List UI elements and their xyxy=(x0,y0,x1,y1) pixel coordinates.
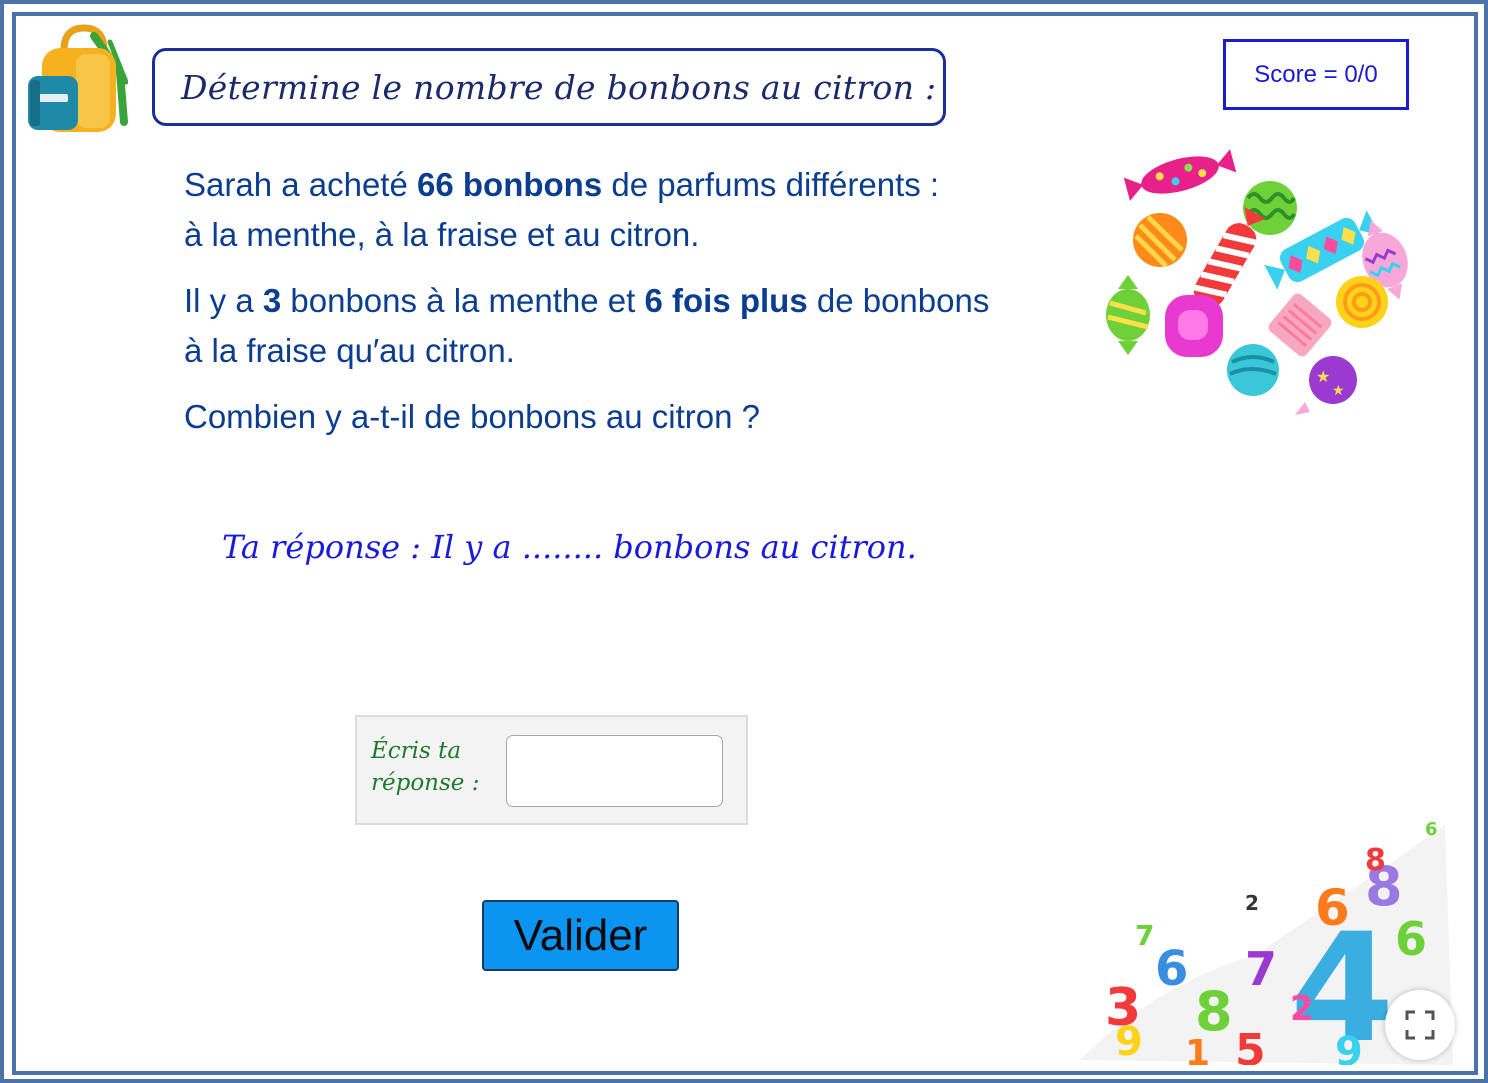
answer-sentence: Ta réponse : Il y a ........ bonbons au … xyxy=(222,528,917,566)
total-candies: 66 bonbons xyxy=(417,166,603,203)
instruction-title: Détermine le nombre de bonbons au citron… xyxy=(181,67,937,107)
fullscreen-button[interactable] xyxy=(1385,990,1455,1060)
problem-text: de bonbons xyxy=(807,282,990,319)
problem-text: Il y a xyxy=(184,282,263,319)
svg-text:2: 2 xyxy=(1245,891,1259,915)
answer-label-line: Écris ta xyxy=(371,738,462,764)
mint-count: 3 xyxy=(262,282,282,319)
problem-line-1: Sarah a acheté 66 bonbons de parfums dif… xyxy=(184,160,1084,210)
answer-input-label: Écris ta réponse : xyxy=(371,735,501,799)
problem-text: Sarah a acheté xyxy=(184,166,417,203)
svg-text:★: ★ xyxy=(1316,367,1330,386)
problem-line-3: Il y a 3 bonbons à la menthe et 6 fois p… xyxy=(184,276,1084,326)
answer-label-line: réponse : xyxy=(371,770,480,796)
svg-text:6: 6 xyxy=(1155,941,1188,997)
candies-illustration: ★ ★ xyxy=(1106,149,1408,415)
answer-input[interactable] xyxy=(506,735,723,807)
svg-text:★: ★ xyxy=(1332,383,1345,399)
svg-text:6: 6 xyxy=(1315,879,1350,937)
svg-text:6: 6 xyxy=(1425,819,1438,840)
svg-text:7: 7 xyxy=(1135,919,1154,952)
ratio-text: 6 fois plus xyxy=(644,282,808,319)
problem-statement: Sarah a acheté 66 bonbons de parfums dif… xyxy=(184,160,1084,442)
problem-text: de parfums différents : xyxy=(602,166,940,203)
svg-text:5: 5 xyxy=(1235,1025,1266,1065)
svg-text:6: 6 xyxy=(1395,912,1427,966)
fullscreen-icon xyxy=(1405,1010,1435,1040)
problem-line-2: à la menthe, à la fraise et au citron. xyxy=(184,216,700,253)
svg-text:2: 2 xyxy=(1290,989,1314,1029)
problem-question: Combien y a-t-il de bonbons au citron ? xyxy=(184,398,760,435)
instruction-banner: Détermine le nombre de bonbons au citron… xyxy=(152,48,946,126)
problem-line-4: à la fraise qu′au citron. xyxy=(184,332,515,369)
score-box: Score = 0/0 xyxy=(1223,39,1409,110)
svg-text:9: 9 xyxy=(1115,1019,1143,1065)
svg-text:9: 9 xyxy=(1335,1029,1363,1065)
score-value: Score = 0/0 xyxy=(1254,60,1378,88)
backpack-icon xyxy=(28,24,128,132)
valider-button[interactable]: Valider xyxy=(482,900,679,971)
answer-input-panel: Écris ta réponse : xyxy=(355,715,748,825)
svg-text:7: 7 xyxy=(1245,942,1277,996)
svg-text:1: 1 xyxy=(1185,1033,1210,1065)
svg-text:8: 8 xyxy=(1365,843,1386,878)
problem-text: bonbons à la menthe et xyxy=(281,282,645,319)
